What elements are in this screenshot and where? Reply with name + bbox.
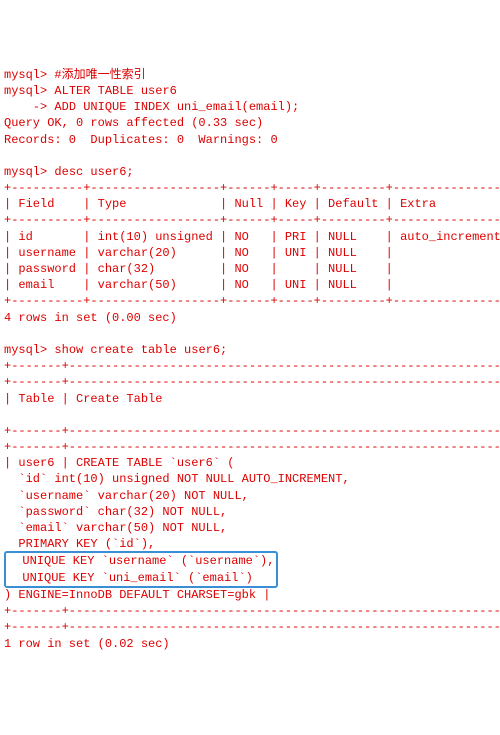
table-row: | password | char(32) | NO | | NULL | | <box>4 262 500 276</box>
table-border: +----------+------------------+------+--… <box>4 181 500 195</box>
prompt: mysql> <box>4 165 47 179</box>
terminal-output: mysql> #添加唯一性索引 mysql> ALTER TABLE user6… <box>4 67 496 652</box>
result-line: Query OK, 0 rows affected (0.33 sec) <box>4 116 263 130</box>
table-border: +-------+-------------------------------… <box>4 440 500 454</box>
prompt: mysql> <box>4 343 47 357</box>
table-header: | Table | Create Table <box>4 392 162 406</box>
sql-line: ADD UNIQUE INDEX uni_email(email); <box>54 100 299 114</box>
create-table-line: `username` varchar(20) NOT NULL, <box>4 489 249 503</box>
result-line: 1 row in set (0.02 sec) <box>4 637 170 651</box>
table-header: | Field | Type | Null | Key | Default | … <box>4 197 500 211</box>
prompt: mysql> <box>4 84 47 98</box>
highlighted-unique-keys: UNIQUE KEY `username` (`username`), UNIQ… <box>4 551 278 587</box>
create-table-line: ) ENGINE=InnoDB DEFAULT CHARSET=gbk | <box>4 588 270 602</box>
table-border: +----------+------------------+------+--… <box>4 213 500 227</box>
create-table-line: `id` int(10) unsigned NOT NULL AUTO_INCR… <box>4 472 350 486</box>
table-row: | id | int(10) unsigned | NO | PRI | NUL… <box>4 230 500 244</box>
comment: #添加唯一性索引 <box>54 68 145 82</box>
table-border: +-------+-------------------------------… <box>4 375 500 389</box>
table-border: +----------+------------------+------+--… <box>4 294 500 308</box>
table-row: | email | varchar(50) | NO | UNI | NULL … <box>4 278 500 292</box>
create-table-line: `password` char(32) NOT NULL, <box>4 505 227 519</box>
table-blank: | <box>4 408 500 422</box>
table-border: +-------+-------------------------------… <box>4 620 500 634</box>
result-line: Records: 0 Duplicates: 0 Warnings: 0 <box>4 133 278 147</box>
result-line: 4 rows in set (0.00 sec) <box>4 311 177 325</box>
create-table-line: UNIQUE KEY `uni_email` (`email`) <box>8 571 253 585</box>
cont-prompt: -> <box>4 100 47 114</box>
table-border: +-------+-------------------------------… <box>4 424 500 438</box>
create-table-line: UNIQUE KEY `username` (`username`), <box>8 554 274 568</box>
table-border: +-------+-------------------------------… <box>4 604 500 618</box>
sql-line: show create table user6; <box>54 343 227 357</box>
table-row: | username | varchar(20) | NO | UNI | NU… <box>4 246 500 260</box>
sql-line: ALTER TABLE user6 <box>54 84 176 98</box>
prompt: mysql> <box>4 68 47 82</box>
sql-line: desc user6; <box>54 165 133 179</box>
create-table-line: | user6 | CREATE TABLE `user6` ( <box>4 456 234 470</box>
create-table-line: `email` varchar(50) NOT NULL, <box>4 521 227 535</box>
table-border: +-------+-------------------------------… <box>4 359 500 373</box>
create-table-line: PRIMARY KEY (`id`), <box>4 537 155 551</box>
